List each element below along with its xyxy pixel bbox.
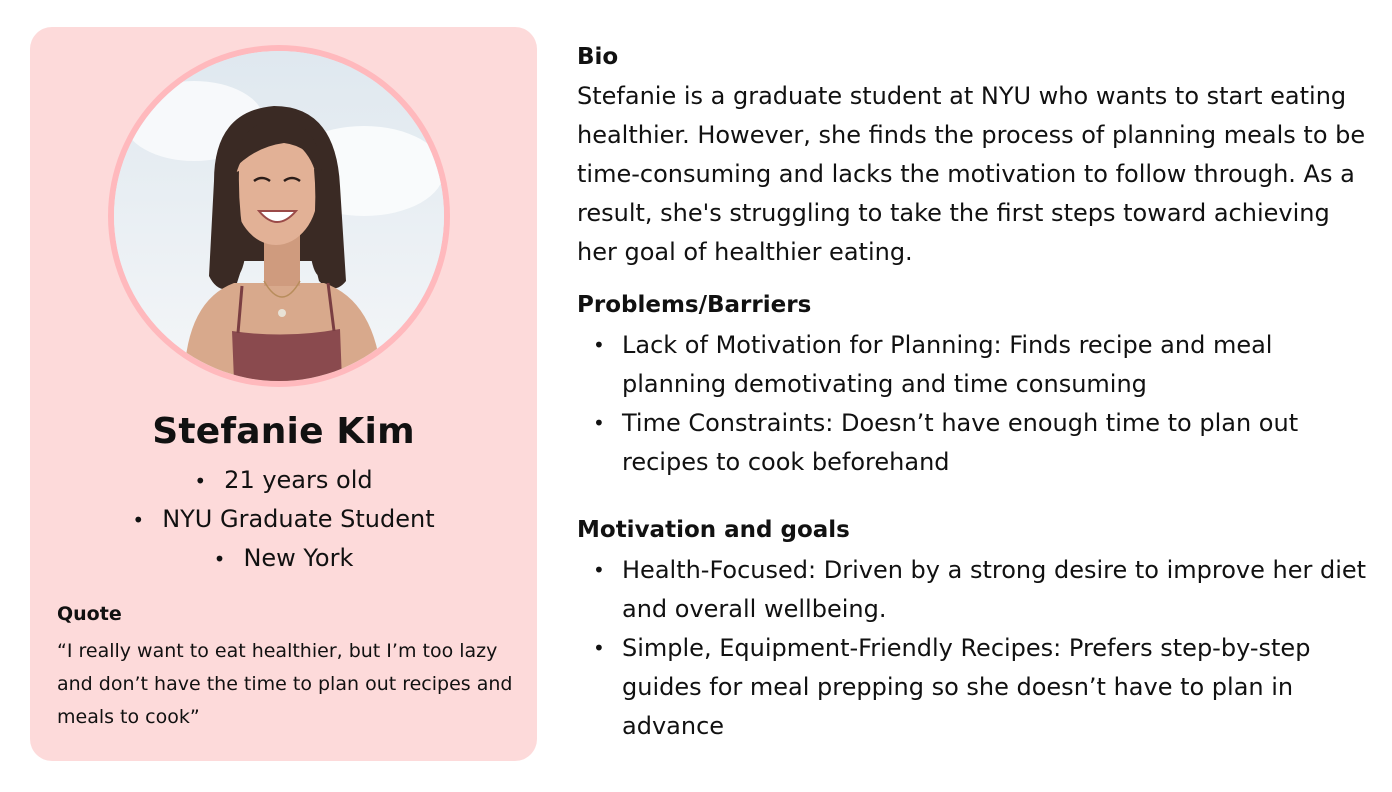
avatar [114, 51, 444, 381]
persona-facts: 21 years old NYU Graduate Student New Yo… [30, 461, 537, 578]
list-item: • Simple, Equipment-Friendly Recipes: Pr… [577, 629, 1367, 746]
list-item: • Lack of Motivation for Planning: Finds… [577, 326, 1367, 404]
bullet-icon: • [593, 333, 605, 357]
bio-heading: Bio [577, 44, 619, 70]
list-item: • Time Constraints: Doesn’t have enough … [577, 404, 1367, 482]
avatar-photo [114, 51, 444, 381]
bio-text: Stefanie is a graduate student at NYU wh… [577, 82, 1366, 266]
bullet-icon: • [593, 636, 605, 660]
motivation-text: Health-Focused: Driven by a strong desir… [622, 556, 1367, 623]
bullet-icon: • [593, 558, 605, 582]
quote-text: “I really want to eat healthier, but I’m… [57, 640, 513, 728]
list-item: • Health-Focused: Driven by a strong des… [577, 551, 1367, 629]
fact-age: 21 years old [30, 461, 537, 500]
persona-name: Stefanie Kim [152, 411, 415, 452]
problem-text: Time Constraints: Doesn’t have enough ti… [622, 409, 1299, 476]
problems-heading: Problems/Barriers [577, 292, 812, 318]
motivation-heading: Motivation and goals [577, 517, 850, 543]
problems-list: • Lack of Motivation for Planning: Finds… [577, 326, 1367, 482]
fact-occupation: NYU Graduate Student [30, 500, 537, 539]
quote-heading: Quote [57, 603, 122, 625]
fact-location: New York [30, 539, 537, 578]
persona-card: Stefanie Kim 21 years old NYU Graduate S… [30, 27, 537, 761]
avatar-ring [108, 45, 450, 387]
motivation-list: • Health-Focused: Driven by a strong des… [577, 551, 1367, 746]
problem-text: Lack of Motivation for Planning: Finds r… [622, 331, 1273, 398]
motivation-text: Simple, Equipment-Friendly Recipes: Pref… [622, 634, 1311, 740]
bullet-icon: • [593, 411, 605, 435]
